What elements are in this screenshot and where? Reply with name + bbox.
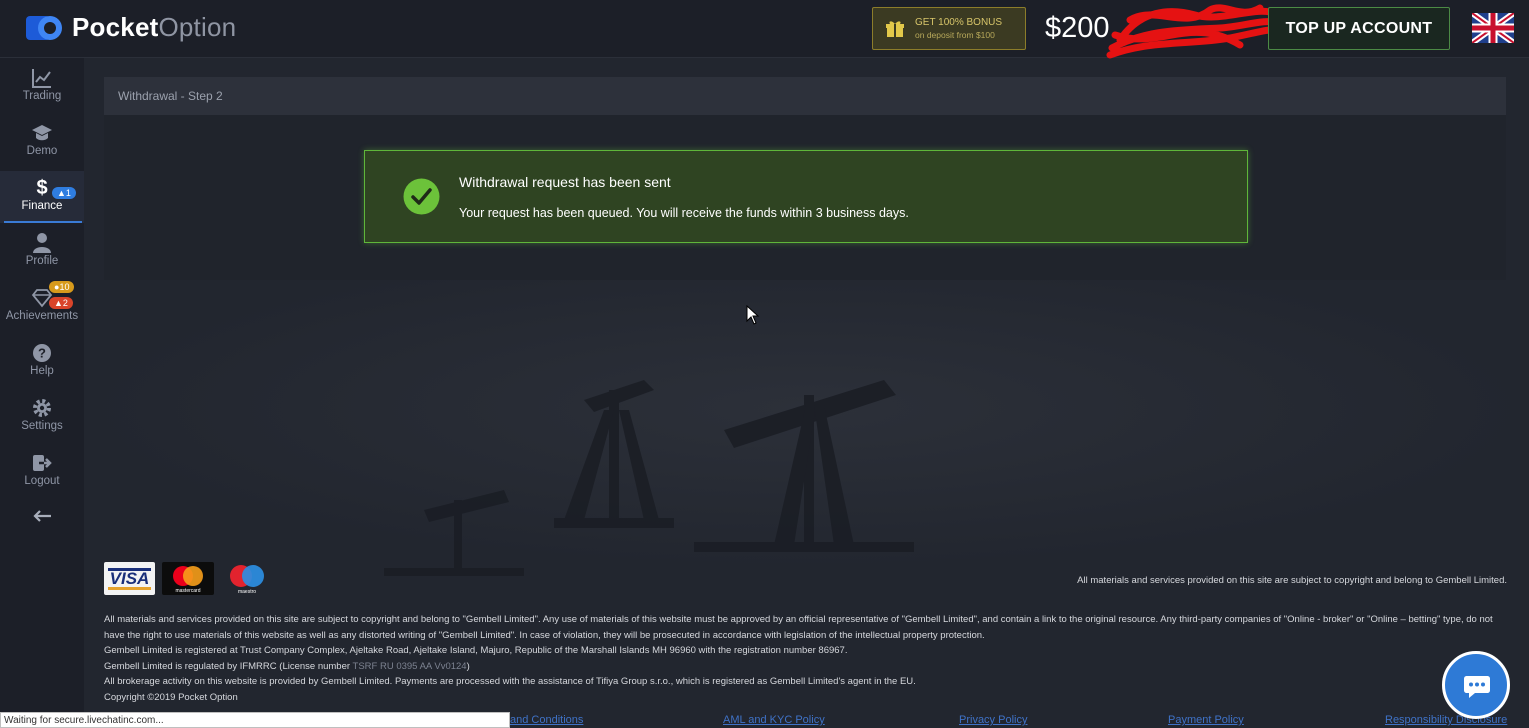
page-title: Withdrawal - Step 2 (118, 89, 223, 103)
bonus-subtitle: on deposit from $100 (915, 29, 995, 40)
aml-kyc-link[interactable]: AML and KYC Policy (723, 714, 825, 726)
top-bar: PocketOption GET 100% BONUS on deposit f… (0, 0, 1529, 59)
sidebar-item-label: Logout (24, 475, 60, 487)
bonus-title: GET 100% BONUS (915, 16, 1003, 28)
gear-icon (33, 399, 51, 417)
achievement-level-badge: ●10 (49, 281, 75, 293)
live-chat-button[interactable] (1442, 651, 1510, 719)
legal-paragraph: All materials and services provided on t… (104, 614, 1493, 641)
privacy-policy-link[interactable]: Privacy Policy (959, 714, 1027, 726)
sidebar-item-achievements[interactable]: ●10 ▲2 Achievements (0, 281, 84, 333)
question-icon: ? (33, 344, 51, 362)
svg-text:?: ? (38, 346, 46, 361)
sidebar-item-demo[interactable]: Demo (0, 116, 84, 168)
svg-text:mastercard: mastercard (175, 588, 200, 594)
sidebar-item-label: Help (30, 365, 54, 377)
visa-logo: VISA (104, 562, 155, 595)
uk-flag-icon[interactable] (1472, 13, 1514, 43)
check-circle-icon (403, 178, 440, 215)
finance-badge: ▲1 (52, 187, 76, 199)
logo-text-bold: Pocket (72, 12, 159, 42)
gift-icon (886, 20, 904, 37)
logo-text-light: Option (158, 12, 237, 42)
step-header: Withdrawal - Step 2 (104, 77, 1506, 115)
copyright-notice: All materials and services provided on t… (1077, 575, 1507, 586)
success-title: Withdrawal request has been sent (459, 174, 671, 190)
redaction-scribble (1106, 4, 1275, 59)
arrow-left-icon[interactable] (32, 510, 52, 522)
maestro-logo: maestro (222, 562, 272, 595)
sidebar: Trading Demo $ ▲1 Finance Profile ●10 ▲2… (0, 58, 84, 728)
logout-icon (33, 455, 52, 471)
sidebar-item-label: Trading (22, 90, 62, 102)
sidebar-item-label: Profile (25, 255, 59, 267)
sidebar-item-help[interactable]: ? Help (0, 336, 84, 388)
license-number: TSRF RU 0395 AA Vv0124 (352, 660, 467, 672)
browser-status-bar: Waiting for secure.livechatinc.com... (0, 712, 510, 728)
user-icon (33, 233, 51, 253)
sidebar-item-label: Settings (21, 420, 63, 432)
achievement-trophy-badge: ▲2 (49, 297, 73, 309)
sidebar-item-settings[interactable]: Settings (0, 391, 84, 443)
mouse-cursor-icon (746, 305, 760, 325)
sidebar-item-label: Achievements (5, 310, 79, 322)
sidebar-item-finance[interactable]: $ ▲1 Finance (0, 171, 84, 223)
svg-text:maestro: maestro (238, 589, 256, 595)
logo-icon (26, 15, 62, 40)
chart-icon (32, 69, 51, 88)
legal-paragraph: Gembell Limited is regulated by IFMRRC (… (104, 660, 470, 672)
sidebar-item-label: Finance (21, 200, 63, 212)
legal-text: All materials and services provided on t… (104, 612, 1514, 705)
sidebar-item-logout[interactable]: Logout (0, 446, 84, 498)
legal-paragraph: Gembell Limited is registered at Trust C… (104, 645, 848, 656)
success-message: Your request has been queued. You will r… (459, 206, 909, 220)
copyright-line: Copyright ©2019 Pocket Option (104, 691, 238, 703)
chat-bubble-icon (1464, 676, 1490, 698)
background-illustration (84, 280, 1529, 600)
success-alert: Withdrawal request has been sent Your re… (364, 150, 1248, 243)
bonus-button[interactable]: GET 100% BONUS on deposit from $100 (872, 7, 1026, 50)
dollar-icon: $ (36, 177, 48, 199)
logo[interactable]: PocketOption (26, 12, 236, 43)
terms-link[interactable]: and Conditions (510, 714, 583, 726)
legal-paragraph: All brokerage activity on this website i… (104, 676, 916, 687)
top-up-account-button[interactable]: TOP UP ACCOUNT (1268, 7, 1450, 50)
mastercard-logo: mastercard (162, 562, 214, 595)
sidebar-item-profile[interactable]: Profile (0, 226, 84, 278)
payment-policy-link[interactable]: Payment Policy (1168, 714, 1244, 726)
sidebar-item-label: Demo (26, 145, 58, 157)
sidebar-item-trading[interactable]: Trading (0, 61, 84, 113)
graduation-cap-icon (32, 125, 52, 141)
